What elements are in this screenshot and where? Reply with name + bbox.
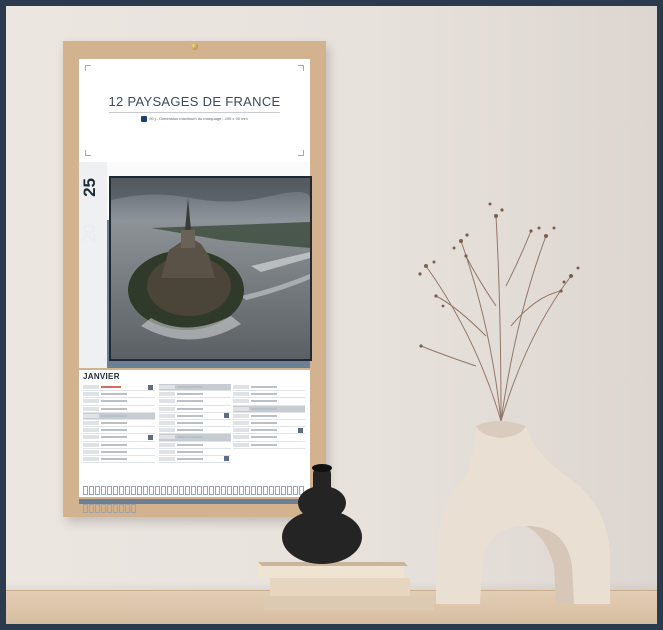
interior-scene: 12 PAYSAGES DE FRANCE 90 j - Dimension m… <box>6 6 657 624</box>
ceramic-vase <box>436 421 611 604</box>
decor-illustration <box>258 202 611 610</box>
dried-flowers <box>420 215 572 422</box>
book-stack <box>258 562 434 610</box>
black-vase <box>282 464 362 564</box>
